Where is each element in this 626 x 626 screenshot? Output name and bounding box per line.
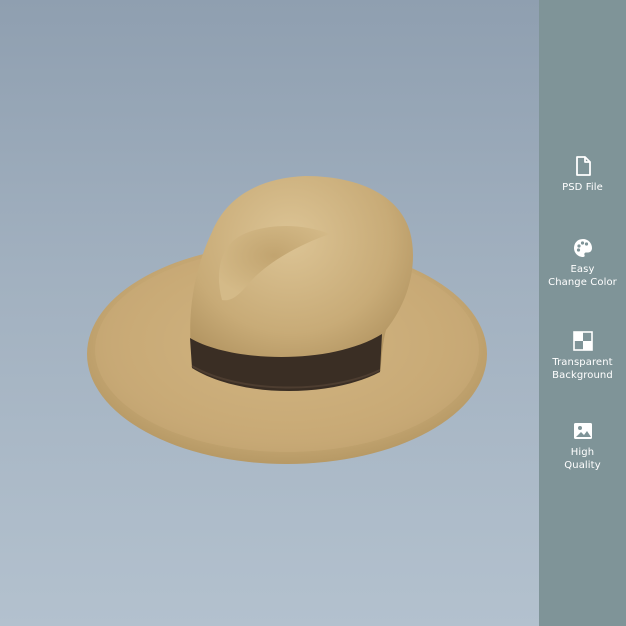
image-icon — [573, 423, 592, 439]
feature-high-quality: High Quality — [539, 420, 626, 472]
feature-label: High Quality — [564, 447, 601, 471]
transparent-grid-icon — [572, 331, 593, 351]
feature-easy-change-color: Easy Change Color — [539, 237, 626, 289]
file-icon — [575, 156, 591, 176]
feature-label: Easy Change Color — [548, 264, 617, 288]
feature-transparent-background: Transparent Background — [539, 330, 626, 382]
feature-label: PSD File — [562, 182, 603, 193]
product-canvas — [0, 0, 539, 626]
hat-image — [87, 176, 487, 464]
feature-sidebar: PSD File Easy Change Color Transparent B… — [539, 0, 626, 626]
feature-label: Transparent Background — [552, 357, 613, 381]
feature-psd-file: PSD File — [539, 155, 626, 194]
palette-icon — [573, 239, 592, 257]
